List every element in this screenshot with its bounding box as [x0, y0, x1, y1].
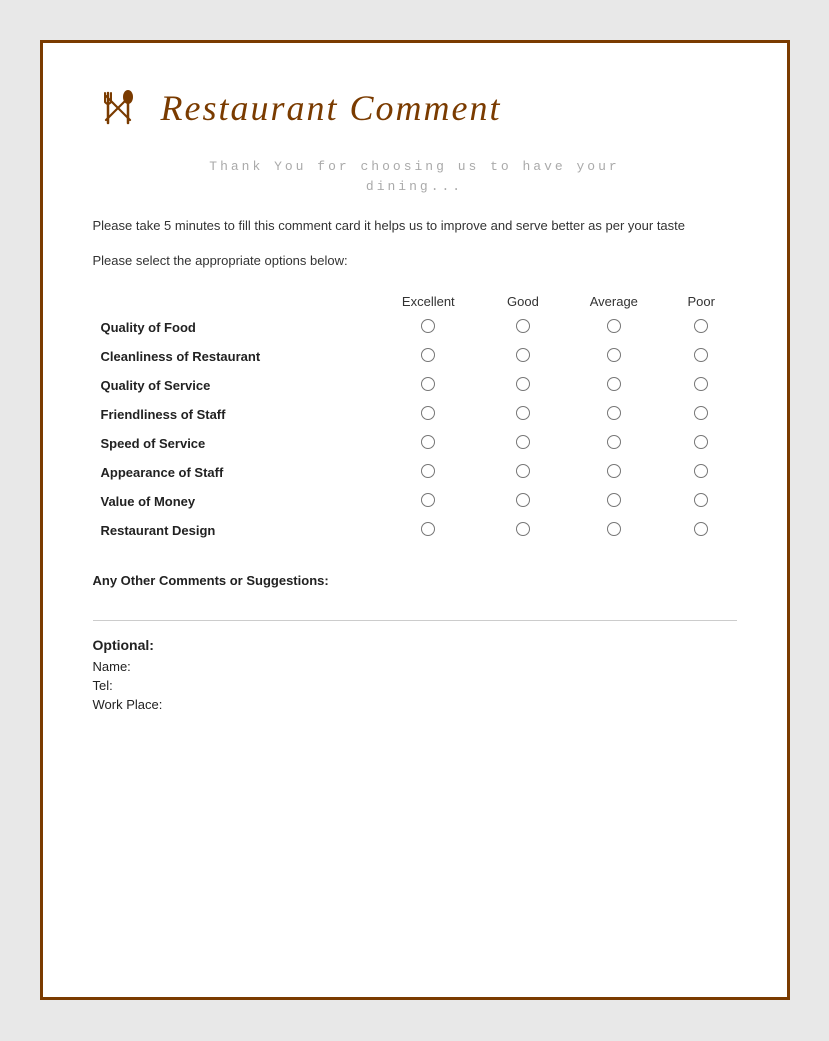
table-row: Value of Money	[93, 487, 737, 516]
radio-average[interactable]	[562, 371, 666, 400]
radio-good[interactable]	[484, 429, 562, 458]
header: Restaurant Comment	[93, 83, 737, 133]
radio-poor[interactable]	[666, 458, 737, 487]
instruction-text: Please select the appropriate options be…	[93, 253, 737, 268]
radio-excellent[interactable]	[373, 429, 485, 458]
row-label: Friendliness of Staff	[93, 400, 373, 429]
thank-you-text: Thank You for choosing us to have your d…	[93, 157, 737, 196]
radio-poor[interactable]	[666, 342, 737, 371]
table-row: Cleanliness of Restaurant	[93, 342, 737, 371]
table-row: Restaurant Design	[93, 516, 737, 545]
radio-poor[interactable]	[666, 429, 737, 458]
optional-label: Optional:	[93, 637, 737, 653]
radio-excellent[interactable]	[373, 313, 485, 342]
fork-spoon-icon	[93, 83, 143, 133]
optional-field: Name:	[93, 659, 737, 674]
comments-section: Any Other Comments or Suggestions:	[93, 573, 737, 588]
radio-average[interactable]	[562, 400, 666, 429]
radio-poor[interactable]	[666, 516, 737, 545]
row-label: Cleanliness of Restaurant	[93, 342, 373, 371]
radio-average[interactable]	[562, 429, 666, 458]
radio-poor[interactable]	[666, 400, 737, 429]
radio-good[interactable]	[484, 487, 562, 516]
radio-average[interactable]	[562, 458, 666, 487]
radio-good[interactable]	[484, 458, 562, 487]
comment-card: Restaurant Comment Thank You for choosin…	[40, 40, 790, 1000]
radio-poor[interactable]	[666, 371, 737, 400]
col-good: Good	[484, 290, 562, 313]
radio-good[interactable]	[484, 342, 562, 371]
radio-average[interactable]	[562, 487, 666, 516]
radio-excellent[interactable]	[373, 487, 485, 516]
radio-good[interactable]	[484, 516, 562, 545]
optional-field: Tel:	[93, 678, 737, 693]
radio-poor[interactable]	[666, 487, 737, 516]
row-label: Speed of Service	[93, 429, 373, 458]
col-label-empty	[93, 290, 373, 313]
radio-average[interactable]	[562, 342, 666, 371]
table-row: Appearance of Staff	[93, 458, 737, 487]
row-label: Value of Money	[93, 487, 373, 516]
divider	[93, 620, 737, 621]
row-label: Appearance of Staff	[93, 458, 373, 487]
optional-section: Optional: Name: Tel: Work Place:	[93, 637, 737, 712]
table-row: Friendliness of Staff	[93, 400, 737, 429]
radio-excellent[interactable]	[373, 342, 485, 371]
comments-label: Any Other Comments or Suggestions:	[93, 573, 737, 588]
radio-excellent[interactable]	[373, 516, 485, 545]
optional-field: Work Place:	[93, 697, 737, 712]
col-excellent: Excellent	[373, 290, 485, 313]
radio-good[interactable]	[484, 371, 562, 400]
col-poor: Poor	[666, 290, 737, 313]
radio-poor[interactable]	[666, 313, 737, 342]
radio-good[interactable]	[484, 400, 562, 429]
radio-excellent[interactable]	[373, 371, 485, 400]
table-row: Speed of Service	[93, 429, 737, 458]
table-row: Quality of Service	[93, 371, 737, 400]
radio-excellent[interactable]	[373, 458, 485, 487]
radio-excellent[interactable]	[373, 400, 485, 429]
description-text: Please take 5 minutes to fill this comme…	[93, 216, 737, 237]
row-label: Quality of Food	[93, 313, 373, 342]
rating-table: Excellent Good Average Poor Quality of F…	[93, 290, 737, 545]
col-average: Average	[562, 290, 666, 313]
page-title: Restaurant Comment	[161, 87, 502, 129]
row-label: Quality of Service	[93, 371, 373, 400]
radio-average[interactable]	[562, 313, 666, 342]
radio-average[interactable]	[562, 516, 666, 545]
radio-good[interactable]	[484, 313, 562, 342]
row-label: Restaurant Design	[93, 516, 373, 545]
table-row: Quality of Food	[93, 313, 737, 342]
